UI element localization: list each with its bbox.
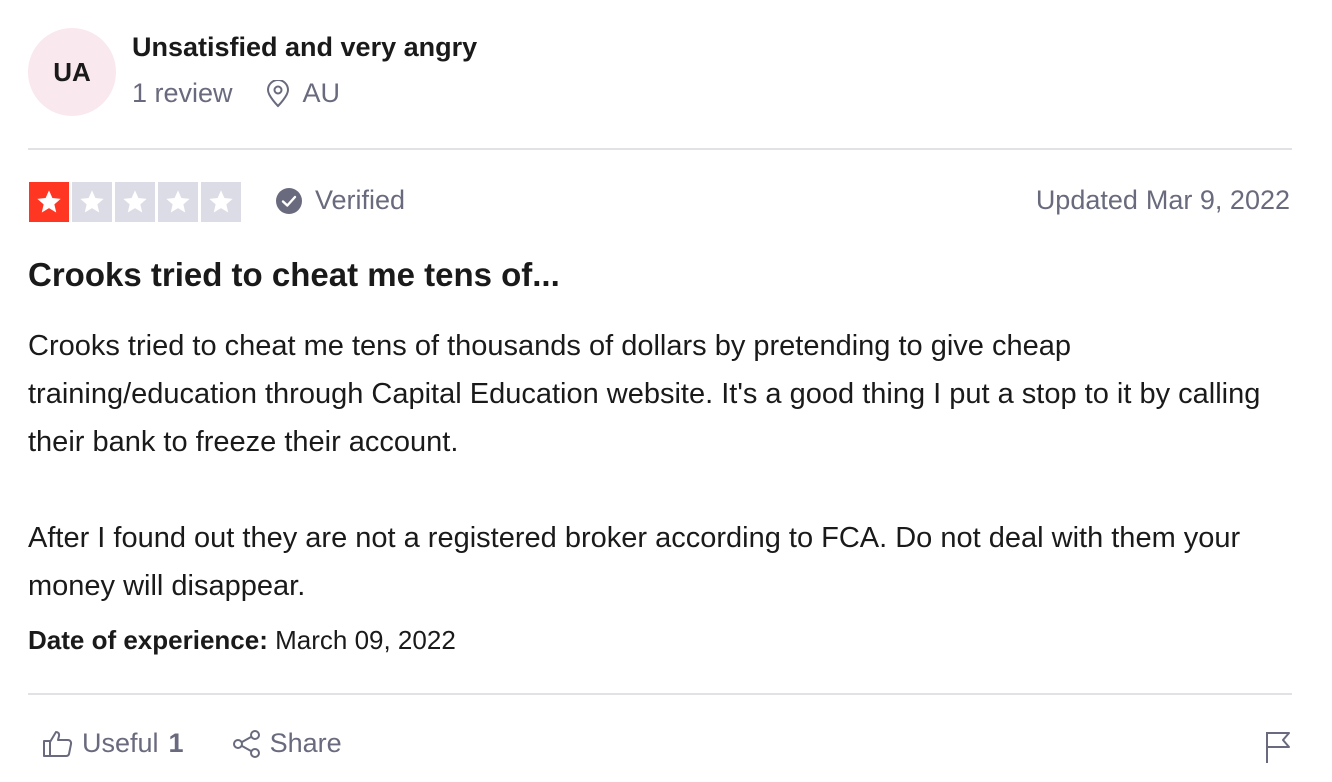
updated-date: Updated Mar 9, 2022: [1036, 185, 1290, 216]
verified-badge[interactable]: Verified: [275, 185, 405, 216]
share-label: Share: [269, 728, 342, 758]
updated-label: Updated: [1035, 185, 1138, 215]
report-flag-button[interactable]: [1264, 730, 1292, 769]
consumer-meta: 1 review AU: [132, 78, 340, 109]
useful-count: 1: [168, 728, 184, 758]
useful-label: Useful: [82, 728, 159, 758]
experience-date: March 09, 2022: [275, 625, 456, 655]
share-icon: [232, 729, 260, 758]
review-count: 1 review: [132, 78, 233, 108]
review-title[interactable]: Crooks tried to cheat me tens of...: [28, 256, 560, 294]
star-icon: [123, 190, 147, 213]
thumbs-up-icon: [43, 730, 73, 757]
star-1: [29, 182, 69, 222]
review-card: UA Unsatisfied and very angry 1 review A…: [0, 0, 1332, 782]
consumer-name[interactable]: Unsatisfied and very angry: [132, 32, 477, 63]
star-icon: [37, 190, 61, 213]
share-button[interactable]: Share: [232, 728, 342, 759]
divider: [28, 693, 1292, 695]
star-icon: [209, 190, 233, 213]
avatar[interactable]: UA: [28, 28, 116, 116]
star-rating: [29, 182, 241, 222]
useful-button[interactable]: Useful 1: [42, 728, 184, 759]
divider: [28, 148, 1292, 150]
updated-value: Mar 9, 2022: [1145, 185, 1290, 215]
date-of-experience: Date of experience: March 09, 2022: [28, 625, 456, 656]
location-code: AU: [302, 78, 341, 108]
review-paragraph: After I found out they are not a registe…: [28, 522, 1241, 602]
flag-icon: [1266, 732, 1290, 763]
review-actions: Useful 1 Share: [42, 728, 342, 759]
star-4: [158, 182, 198, 222]
consumer-location: AU: [265, 78, 341, 109]
star-icon: [80, 190, 104, 213]
review-paragraph: Crooks tried to cheat me tens of thousan…: [28, 330, 1261, 458]
verified-label: Verified: [315, 185, 406, 215]
verified-check-icon: [276, 187, 302, 214]
star-3: [115, 182, 155, 222]
experience-label: Date of experience:: [28, 625, 268, 655]
star-5: [201, 182, 241, 222]
star-icon: [166, 190, 190, 213]
location-pin-icon: [266, 79, 289, 107]
review-body: Crooks tried to cheat me tens of thousan…: [28, 322, 1298, 610]
star-2: [72, 182, 112, 222]
